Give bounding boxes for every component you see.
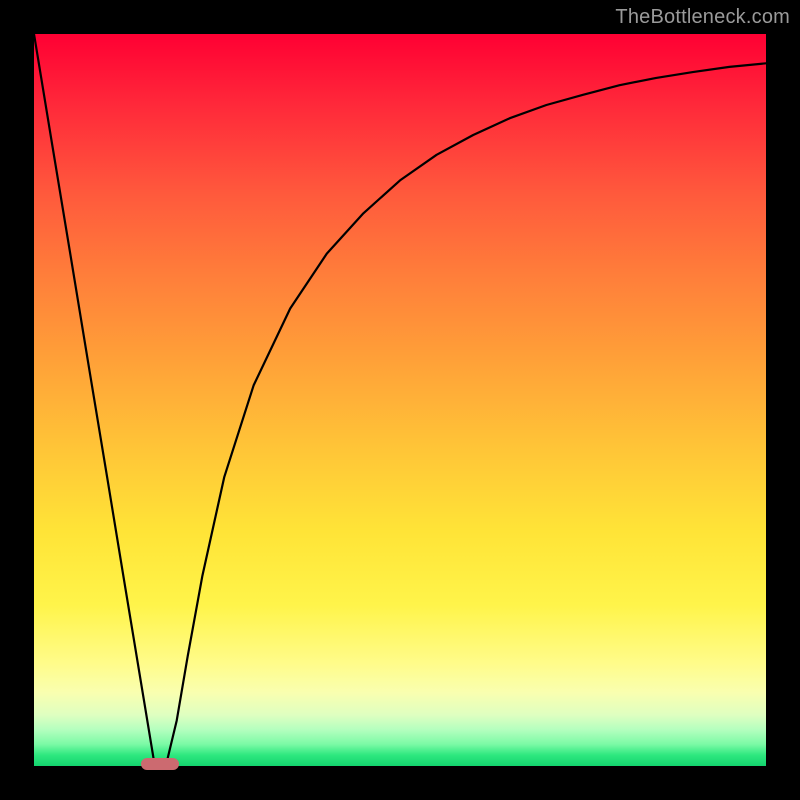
chart-frame: TheBottleneck.com [0,0,800,800]
curve-path [34,34,766,766]
minimum-marker [141,758,179,770]
plot-area [34,34,766,766]
watermark-text: TheBottleneck.com [615,6,790,29]
bottleneck-curve [34,34,766,766]
